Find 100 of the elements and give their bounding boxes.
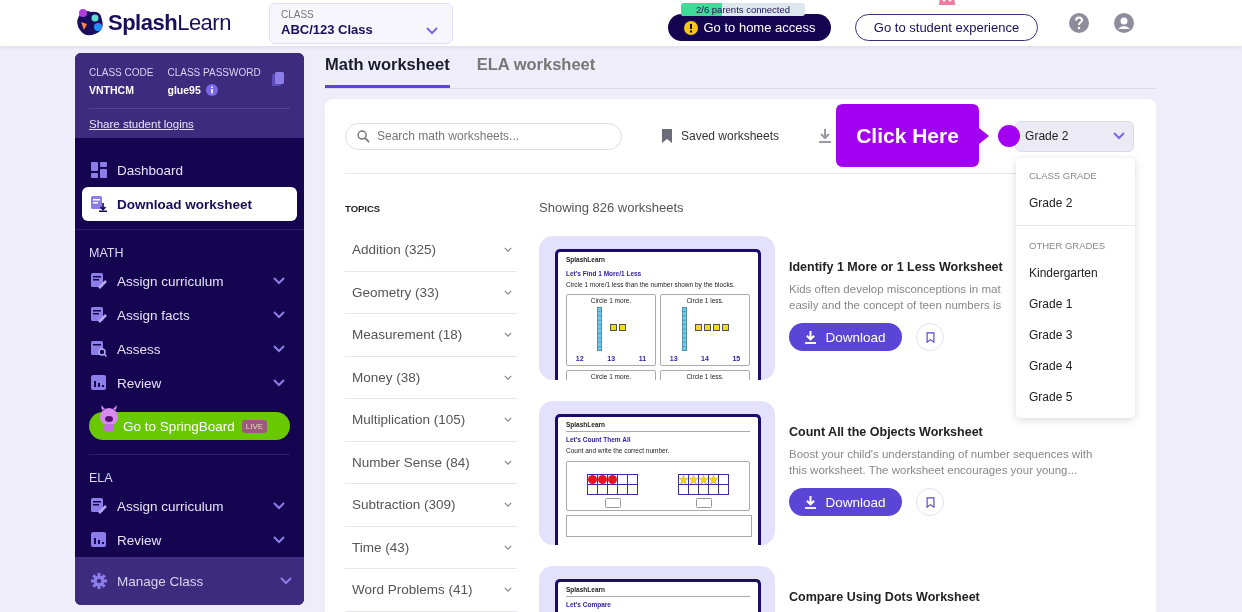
dot-icon: [608, 474, 617, 484]
topic-item[interactable]: Word Problems (41): [345, 569, 517, 612]
chart-icon: [91, 532, 107, 548]
star-icon: [699, 474, 708, 484]
worksheet-title[interactable]: Identify 1 More or 1 Less Worksheet: [789, 260, 1003, 274]
chevron-down-icon: [504, 417, 512, 423]
download-icon: [805, 495, 817, 509]
edit-icon: [91, 307, 107, 323]
bookmark-icon: [925, 496, 935, 508]
assess-icon: [91, 341, 107, 357]
chevron-down-icon: [1113, 132, 1126, 140]
section-title: ELA: [88, 470, 114, 487]
logo-text: SplashLearn: [108, 10, 231, 36]
bookmark-icon: [925, 331, 935, 343]
topic-item[interactable]: Multiplication (105): [345, 399, 517, 442]
class-password: glue95: [167, 84, 201, 96]
sidebar-item[interactable]: Assign curriculum: [82, 264, 297, 298]
class-password-label: CLASS PASSWORD: [167, 67, 261, 78]
chevron-down-icon: [504, 247, 512, 253]
menu-group-title: OTHER GRADES: [1028, 240, 1106, 253]
search-icon: [357, 129, 370, 143]
sidebar-item[interactable]: Review: [82, 523, 297, 557]
answer-box: [604, 497, 621, 508]
download-icon[interactable]: [819, 129, 832, 143]
menu-item[interactable]: Grade 4: [1016, 350, 1135, 381]
dot-icon: [598, 474, 607, 484]
menu-item[interactable]: Kindergarten: [1016, 257, 1135, 288]
saved-worksheets-button[interactable]: Saved worksheets: [662, 129, 780, 143]
edit-icon: [91, 273, 107, 289]
menu-item[interactable]: Grade 2: [1016, 187, 1135, 218]
chevron-down-icon: [504, 587, 512, 593]
chart-icon: [91, 375, 107, 391]
topic-item[interactable]: Measurement (18): [345, 314, 517, 357]
worksheet-description: Boost your child's understanding of number sequences with this worksheet. The worksheet encourages your young...: [789, 447, 1093, 478]
menu-item[interactable]: Grade 1: [1016, 288, 1135, 319]
section-title: MATH: [88, 245, 125, 262]
menu-item[interactable]: Grade 3: [1016, 319, 1135, 350]
info-icon[interactable]: [205, 84, 218, 96]
live-badge: LIVE: [241, 419, 268, 433]
sidebar-item[interactable]: Assign facts: [82, 298, 297, 332]
topic-item[interactable]: Addition (325): [345, 229, 517, 272]
topic-item[interactable]: Number Sense (84): [345, 441, 517, 484]
star-icon: [709, 474, 718, 484]
sidebar-item[interactable]: Review: [82, 366, 297, 400]
chevron-down-icon: [504, 332, 512, 338]
class-code-label: CLASS CODE: [89, 67, 154, 78]
grade-select[interactable]: Grade 2: [1015, 120, 1135, 152]
sidebar-item[interactable]: Download worksheet: [82, 187, 297, 221]
tens-rod-icon: [596, 307, 602, 351]
copy-icon[interactable]: [272, 72, 284, 86]
tab[interactable]: Math worksheet: [325, 55, 450, 88]
student-experience-button[interactable]: Go to student experience: [855, 14, 1038, 41]
tab[interactable]: ELA worksheet: [476, 55, 596, 88]
download-button[interactable]: Download: [789, 488, 902, 516]
worksheet-title[interactable]: Count All the Objects Worksheet: [789, 425, 983, 439]
menu-group-title: CLASS GRADE: [1028, 170, 1098, 183]
chevron-down-icon: [504, 502, 512, 508]
dashboard-icon: [91, 162, 107, 178]
user-icon[interactable]: [1114, 13, 1134, 33]
springboard-button[interactable]: Go to SpringBoard LIVE: [89, 412, 290, 440]
help-icon[interactable]: [1069, 13, 1089, 33]
settings-icon: [91, 573, 107, 589]
topic-item[interactable]: Subtraction (309): [345, 484, 517, 527]
share-logins-link[interactable]: Share student logins: [89, 118, 194, 130]
click-here-callout: Click Here: [836, 104, 989, 167]
search-field[interactable]: Search math worksheets...: [345, 122, 622, 150]
monster-icon: [98, 405, 120, 433]
topics-heading: TOPICS: [345, 203, 382, 216]
warning-icon: [683, 20, 698, 35]
worksheet-description: Kids often develop misconceptions in mat easily and the concept of teen numbers is: [789, 282, 1002, 313]
dot-icon: [588, 474, 597, 484]
topic-item[interactable]: Money (38): [345, 356, 517, 399]
manage-class-item[interactable]: Manage Class: [75, 557, 304, 605]
class-picker[interactable]: CLASS ABC/123 Class: [269, 2, 453, 44]
bookmark-icon: [662, 129, 672, 143]
menu-item[interactable]: Grade 5: [1016, 381, 1135, 412]
chevron-down-icon: [504, 544, 512, 550]
results-count: Showing 826 worksheets: [539, 200, 684, 215]
topic-item[interactable]: Geometry (33): [345, 271, 517, 314]
star-icon: [689, 474, 698, 484]
chevron-down-icon: [426, 26, 438, 35]
sidebar-item[interactable]: Assign curriculum: [82, 489, 297, 523]
star-icon: [679, 474, 688, 484]
chevron-down-icon: [504, 289, 512, 295]
topic-item[interactable]: Time (43): [345, 526, 517, 569]
worksheet-title[interactable]: Compare Using Dots Worksheet: [789, 590, 980, 604]
download-sheet-icon: [91, 196, 107, 212]
answer-box: [695, 497, 712, 508]
download-button[interactable]: Download: [789, 323, 902, 351]
edit-icon: [91, 498, 107, 514]
chevron-down-icon: [504, 374, 512, 380]
sidebar-item[interactable]: Assess: [82, 332, 297, 366]
bookmark-button[interactable]: [916, 488, 944, 516]
class-code: VNTHCM: [89, 84, 135, 96]
bookmark-button[interactable]: [916, 323, 944, 351]
home-access-button[interactable]: Go to home access: [668, 14, 831, 41]
tens-rod-icon: [681, 307, 687, 351]
chevron-down-icon: [504, 459, 512, 465]
logo-icon: [75, 8, 105, 38]
sidebar-item[interactable]: Dashboard: [82, 153, 297, 187]
